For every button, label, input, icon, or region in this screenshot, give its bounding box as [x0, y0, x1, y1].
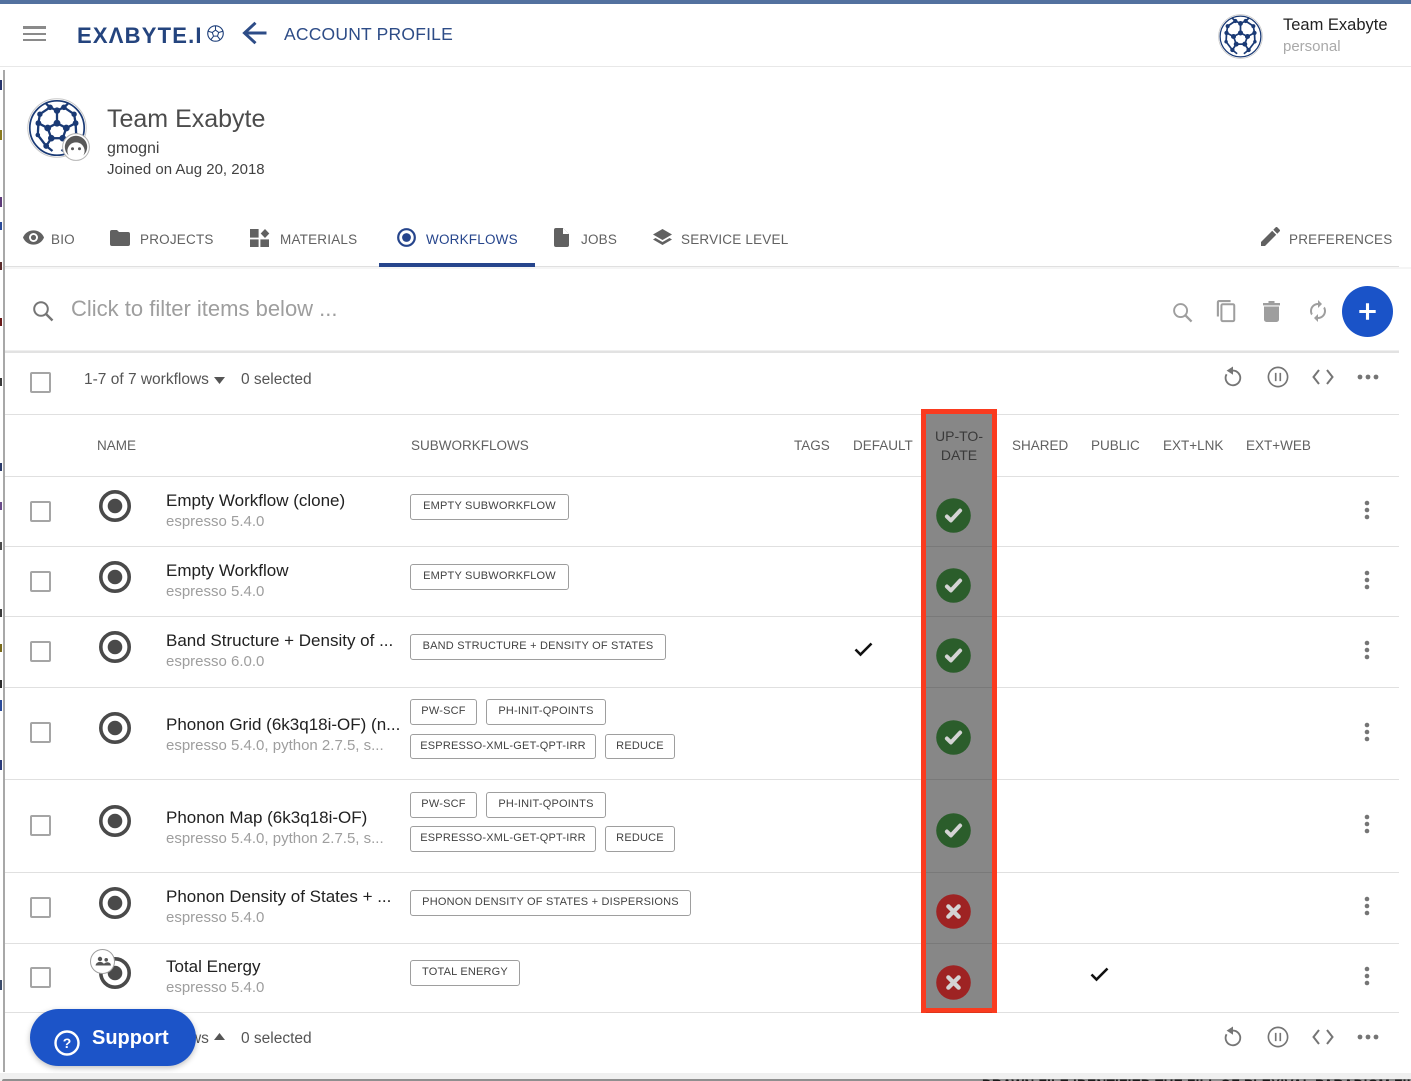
svg-text:?: ? — [63, 1035, 72, 1051]
